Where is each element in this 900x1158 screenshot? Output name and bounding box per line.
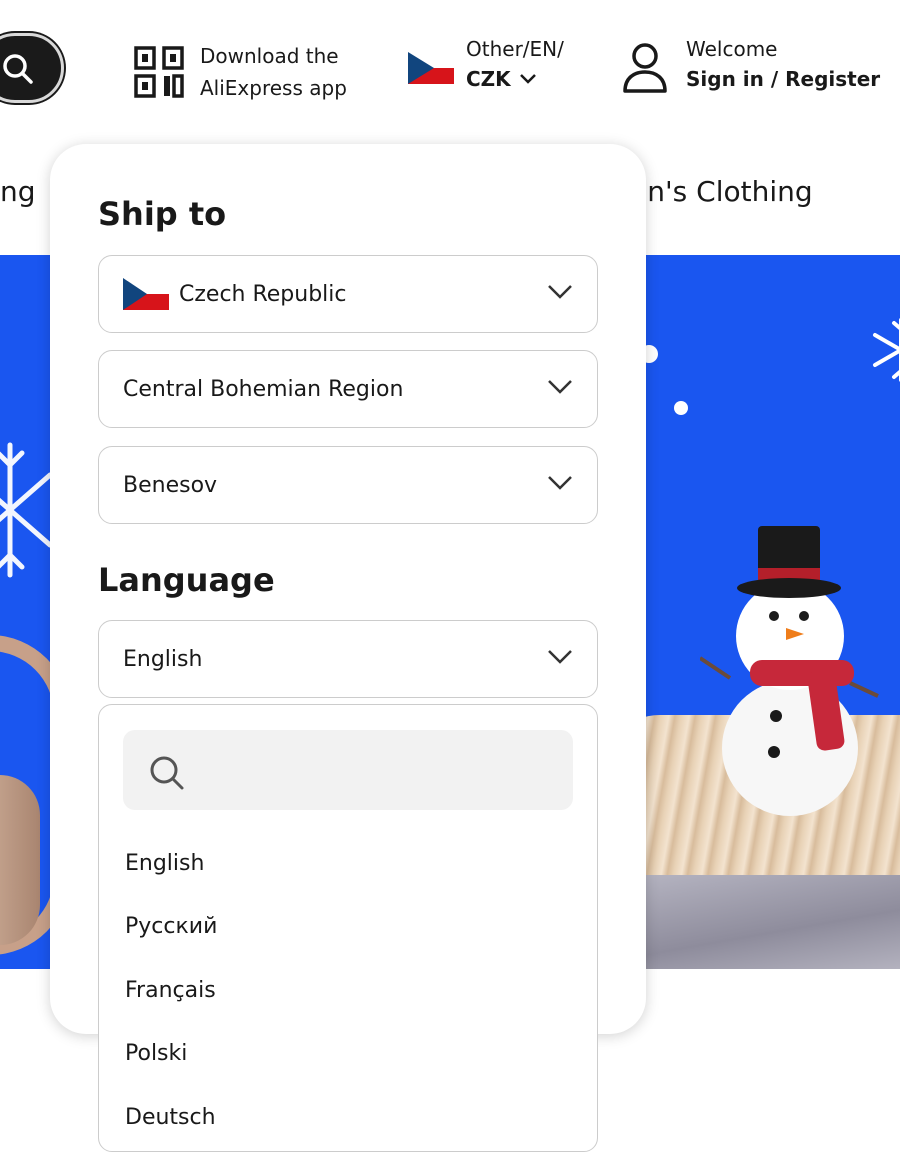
category-link-partial-left[interactable]: ng: [0, 172, 36, 212]
language-option-polish[interactable]: Polski: [125, 1038, 187, 1070]
city-value: Benesov: [123, 472, 218, 498]
city-select[interactable]: Benesov: [98, 446, 598, 524]
chevron-down-icon: [519, 74, 536, 84]
search-icon: [150, 756, 184, 790]
category-link-clothing[interactable]: en's Clothing: [630, 172, 813, 212]
country-value: Czech Republic: [179, 281, 347, 307]
czech-flag-icon: [123, 278, 169, 310]
language-title: Language: [98, 561, 275, 599]
search-button[interactable]: [0, 33, 64, 103]
headphone-cup-image: [0, 775, 40, 945]
ship-to-title: Ship to: [98, 195, 227, 233]
language-option-russian[interactable]: Русский: [125, 911, 217, 943]
chevron-down-icon: [548, 476, 572, 490]
user-icon: [623, 43, 667, 93]
chevron-down-icon: [548, 285, 572, 299]
language-option-french[interactable]: Français: [125, 975, 216, 1007]
locale-currency: CZK: [466, 67, 511, 91]
region-select[interactable]: Central Bohemian Region: [98, 350, 598, 428]
language-option-english[interactable]: English: [125, 848, 204, 880]
country-select[interactable]: Czech Republic: [98, 255, 598, 333]
search-icon: [3, 54, 33, 84]
chevron-down-icon: [548, 650, 572, 664]
account-menu[interactable]: Welcome Sign in / Register: [622, 34, 880, 94]
snow-dot: [674, 401, 688, 415]
qr-code-icon: [134, 46, 184, 98]
snowflake-icon: [873, 318, 900, 382]
language-value: English: [123, 646, 203, 672]
language-select[interactable]: English: [98, 620, 598, 698]
app-download-line1: Download the: [200, 44, 339, 68]
chevron-down-icon: [548, 380, 572, 394]
app-download-line2: AliExpress app: [200, 76, 347, 100]
snowman-image: [700, 526, 879, 816]
locale-selector[interactable]: Other/EN/ CZK: [408, 34, 564, 94]
language-search-input[interactable]: [123, 730, 573, 810]
czech-flag-icon: [408, 52, 454, 84]
region-value: Central Bohemian Region: [123, 376, 404, 402]
sign-in-register-link[interactable]: Sign in / Register: [686, 64, 880, 94]
language-dropdown: English Русский Français Polski Deutsch: [98, 704, 598, 1152]
welcome-text: Welcome: [686, 37, 778, 61]
download-app-link[interactable]: Download the AliExpress app: [134, 40, 347, 104]
locale-language: Other/EN/: [466, 37, 564, 61]
language-option-german[interactable]: Deutsch: [125, 1102, 216, 1134]
